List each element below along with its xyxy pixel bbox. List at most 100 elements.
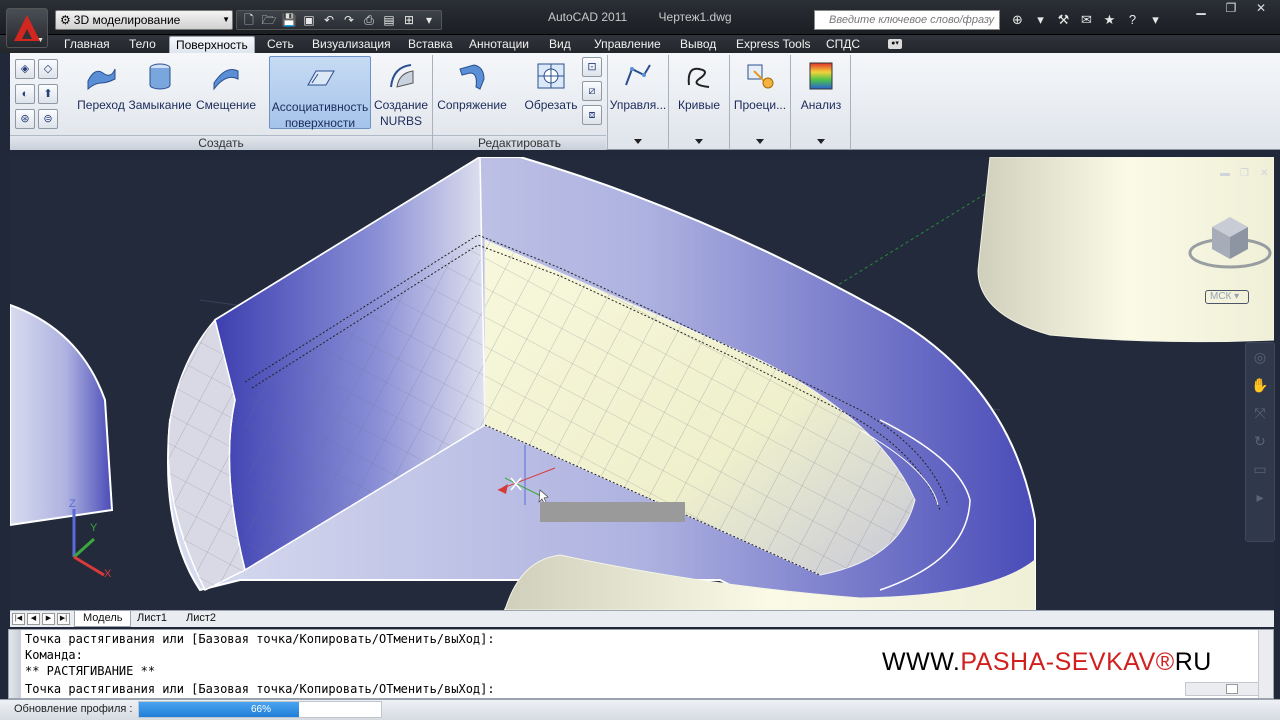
control-vertices-button[interactable]: Управля... [608, 55, 668, 133]
binoculars-icon[interactable]: ⊕ [1006, 10, 1029, 30]
revolve-small-icon[interactable]: ⊜ [38, 109, 58, 129]
command-scrollbar[interactable] [1258, 630, 1273, 698]
curves-button[interactable]: Кривые [670, 55, 728, 133]
favorites-star-icon[interactable]: ★ [1098, 10, 1121, 30]
redo-icon[interactable]: ↷ [339, 11, 359, 29]
sweep-small-icon[interactable]: ⊛ [15, 109, 35, 129]
search-input[interactable]: Введите ключевое слово/фразу [814, 10, 1000, 30]
edit-panel-title[interactable]: Редактировать [433, 135, 606, 150]
chevron-down-icon[interactable] [695, 139, 703, 144]
viewport-minimize-icon[interactable]: ▬ [1220, 168, 1230, 179]
tab-output[interactable]: Вывод [674, 36, 722, 53]
pan-hand-icon[interactable]: ✋ [1246, 371, 1274, 399]
navbar-menu-icon[interactable]: ▸ [1246, 483, 1274, 511]
tab-view[interactable]: Вид [543, 36, 577, 53]
chevron-down-icon[interactable] [817, 139, 825, 144]
undo-icon[interactable]: ↶ [319, 11, 339, 29]
network-surface-icon[interactable]: ◇ [38, 59, 58, 79]
qat-menu-icon[interactable]: ▾ [419, 11, 439, 29]
application-menu-button[interactable]: ▼ [6, 8, 48, 48]
analysis-button[interactable]: Анализ [792, 55, 850, 133]
viewcube-icon[interactable] [1187, 205, 1273, 275]
dynamic-input-tooltip [540, 502, 685, 522]
new-file-icon[interactable]: 🗋 [239, 11, 259, 29]
layout-nav: |◀ ◀ ▶ ▶| [12, 613, 70, 625]
tab-solid[interactable]: Тело [123, 36, 162, 53]
help-dropdown-icon[interactable]: ▾ [1144, 10, 1167, 30]
surface-associativity-button[interactable]: Ассоциативность поверхности [269, 56, 371, 130]
subscription-icon[interactable]: ⚒ [1052, 10, 1075, 30]
patch-button[interactable]: Замыкание [128, 55, 192, 133]
extrude-small-icon[interactable]: ⬆ [38, 84, 58, 104]
chevron-down-icon[interactable] [634, 139, 642, 144]
trim-button[interactable]: Обрезать [522, 55, 580, 133]
tab-layout1[interactable]: Лист1 [129, 611, 175, 627]
planar-surface-icon[interactable]: ◈ [15, 59, 35, 79]
tab-annotate[interactable]: Аннотации [463, 36, 535, 53]
axis-y-label: Y [90, 522, 98, 534]
minimize-icon[interactable]: ▁ [1186, 0, 1216, 18]
viewport-restore-icon[interactable]: ❐ [1240, 168, 1249, 179]
sculpt-icon[interactable]: ⧈ [582, 105, 602, 125]
tab-render[interactable]: Визуализация [306, 36, 397, 53]
command-history-line: Точка растягивания или [Базовая точка/Ко… [25, 632, 495, 646]
workspace-switch-icon[interactable]: ⊞ [399, 11, 419, 29]
tab-layout2[interactable]: Лист2 [178, 611, 224, 627]
workspace-selector[interactable]: ⚙ 3D моделирование ▼ [55, 10, 233, 30]
layout-tab-bar: |◀ ◀ ▶ ▶| Модель Лист1 Лист2 [10, 610, 1274, 627]
blend-button[interactable]: Переход [74, 55, 128, 133]
chevron-down-icon: ▼ [222, 15, 230, 24]
tab-model[interactable]: Модель [74, 611, 132, 627]
chevron-down-icon: ▼ [37, 37, 44, 44]
help-icon[interactable]: ? [1121, 10, 1144, 30]
app-name: AutoCAD 2011 [548, 10, 628, 24]
command-hscrollbar[interactable] [1185, 682, 1259, 696]
chevron-down-icon[interactable] [756, 139, 764, 144]
zoom-icon[interactable]: ⤧ [1246, 399, 1274, 427]
viewport-close-icon[interactable]: ✕ [1260, 168, 1268, 179]
nurbs-label-2: NURBS [379, 114, 422, 128]
loft-small-icon[interactable]: ◐ [15, 84, 35, 104]
properties-icon[interactable]: ▤ [379, 11, 399, 29]
command-window-grip[interactable] [9, 630, 21, 698]
control-vertices-label: Управля... [609, 98, 667, 112]
document-name: Чертеж1.dwg [658, 10, 732, 24]
offset-button[interactable]: Смещение [194, 55, 258, 133]
first-layout-icon[interactable]: |◀ [12, 613, 25, 625]
drawing-viewport[interactable]: Z Y X [10, 157, 1274, 610]
showmotion-icon[interactable]: ▭ [1246, 455, 1274, 483]
panel-divider [790, 55, 791, 150]
tab-spds[interactable]: СПДС [820, 36, 866, 53]
tab-home[interactable]: Главная [58, 36, 116, 53]
gear-icon: ⚙ [60, 13, 71, 27]
fillet-label: Сопряжение [437, 98, 507, 112]
tab-surface[interactable]: Поверхность [169, 36, 255, 53]
tab-manage[interactable]: Управление [588, 36, 667, 53]
save-icon[interactable]: 💾 [279, 11, 299, 29]
close-icon[interactable]: ✕ [1246, 0, 1276, 18]
create-panel-title[interactable]: Создать [10, 135, 432, 150]
open-file-icon[interactable]: 🗁 [259, 11, 279, 29]
last-layout-icon[interactable]: ▶| [57, 613, 70, 625]
blend-surface-icon [85, 61, 117, 91]
print-icon[interactable]: ⎙ [359, 11, 379, 29]
save-as-icon[interactable]: ▣ [299, 11, 319, 29]
communication-icon[interactable]: ✉ [1075, 10, 1098, 30]
tab-express-tools[interactable]: Express Tools [730, 36, 816, 53]
tab-mesh[interactable]: Сеть [261, 36, 300, 53]
dropdown-icon[interactable]: ▾ [1029, 10, 1052, 30]
restore-icon[interactable]: ❐ [1216, 0, 1246, 18]
steering-wheel-icon[interactable]: ◎ [1246, 343, 1274, 371]
ribbon-minimize-icon[interactable]: ●▾ [888, 39, 902, 49]
tab-insert[interactable]: Вставка [402, 36, 459, 53]
next-layout-icon[interactable]: ▶ [42, 613, 55, 625]
fillet-button[interactable]: Сопряжение [436, 55, 508, 133]
command-prompt[interactable]: Точка растягивания или [Базовая точка/Ко… [25, 682, 495, 696]
ucs-menu[interactable]: МСК ▾ [1205, 290, 1249, 304]
project-geometry-button[interactable]: Проеци... [731, 55, 789, 133]
prev-layout-icon[interactable]: ◀ [27, 613, 40, 625]
orbit-icon[interactable]: ↻ [1246, 427, 1274, 455]
nurbs-creation-button[interactable]: Создание NURBS [373, 55, 429, 133]
extend-icon[interactable]: ⧄ [582, 81, 602, 101]
untrim-icon[interactable]: ⊡ [582, 57, 602, 77]
